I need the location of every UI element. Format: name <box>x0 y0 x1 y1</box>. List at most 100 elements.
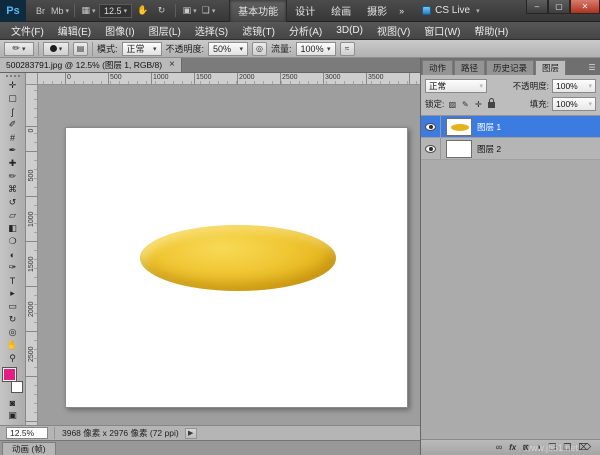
blur-tool[interactable]: ❍ <box>2 235 24 248</box>
tab-history[interactable]: 历史记录 <box>486 60 535 75</box>
menu-select[interactable]: 选择(S) <box>188 23 235 38</box>
menu-layer[interactable]: 图层(L) <box>142 23 188 38</box>
quick-mask-button[interactable]: ◙ <box>2 396 24 409</box>
close-button[interactable]: ✕ <box>570 0 600 14</box>
history-brush-tool[interactable]: ↺ <box>2 196 24 209</box>
animation-panel-tab[interactable]: 动画 (帧) <box>2 442 56 455</box>
tab-close-icon[interactable]: × <box>169 60 175 70</box>
tab-layers[interactable]: 图层 <box>535 60 567 75</box>
screen-mode-icon[interactable]: ❏ <box>200 3 217 18</box>
flow-select[interactable]: 100% <box>295 41 336 56</box>
workspace-design[interactable]: 设计 <box>287 0 323 22</box>
dodge-tool[interactable]: ◐ <box>2 248 24 261</box>
eraser-tool[interactable]: ▱ <box>2 209 24 222</box>
blend-mode-select[interactable]: 正常 <box>121 41 162 56</box>
workspace-overflow-chevron[interactable]: » <box>395 0 408 22</box>
airbrush-icon[interactable]: ≈ <box>339 41 355 56</box>
menu-view[interactable]: 视图(V) <box>370 23 417 38</box>
ruler-corner[interactable] <box>26 73 38 85</box>
link-layers-icon[interactable]: ∞ <box>496 443 502 452</box>
gradient-tool[interactable]: ◧ <box>2 222 24 235</box>
new-group-icon[interactable]: ❒ <box>548 443 556 452</box>
horizontal-ruler[interactable]: 0 500 1000 1500 2000 2500 3000 3500 <box>38 73 420 85</box>
launch-bridge-icon[interactable]: Br <box>32 3 49 18</box>
rotate-view-icon[interactable]: ↻ <box>153 3 170 18</box>
adjustment-layer-icon[interactable]: ◑ <box>536 443 541 452</box>
add-layer-mask-icon[interactable]: ◙ <box>523 443 528 452</box>
layer2-name[interactable]: 图层 2 <box>477 143 501 155</box>
minimize-button[interactable]: – <box>526 0 548 14</box>
menu-3d[interactable]: 3D(D) <box>329 25 370 36</box>
brush-tool[interactable]: ✏ <box>2 170 24 183</box>
menu-help[interactable]: 帮助(H) <box>467 23 515 38</box>
workspace-photography[interactable]: 摄影 <box>359 0 395 22</box>
toggle-brush-panel-icon[interactable]: ▤ <box>73 41 88 56</box>
status-options-arrow-icon[interactable]: ▶ <box>184 427 197 439</box>
layer-row-layer2[interactable]: 图层 2 <box>421 138 600 160</box>
eyedropper-tool[interactable]: ✒ <box>2 144 24 157</box>
tool-preset-picker[interactable]: ✏ <box>4 41 34 56</box>
menu-analysis[interactable]: 分析(A) <box>282 23 329 38</box>
background-color-swatch[interactable] <box>10 381 23 393</box>
path-selection-tool[interactable]: ▸ <box>2 287 24 300</box>
menu-window[interactable]: 窗口(W) <box>417 23 467 38</box>
3d-rotate-tool[interactable]: ↻ <box>2 313 24 326</box>
layer1-name[interactable]: 图层 1 <box>477 121 501 133</box>
opacity-select[interactable]: 50% <box>208 41 249 56</box>
menu-edit[interactable]: 编辑(E) <box>51 23 98 38</box>
panel-menu-icon[interactable]: ☰ <box>584 63 600 75</box>
lock-image-pixels-icon[interactable]: ✎ <box>460 100 470 109</box>
menu-filter[interactable]: 滤镜(T) <box>235 23 282 38</box>
menu-file[interactable]: 文件(F) <box>4 23 51 38</box>
zoom-tool[interactable]: ⚲ <box>2 352 24 365</box>
foreground-color-swatch[interactable] <box>1 367 17 382</box>
clone-stamp-tool[interactable]: ⌘ <box>2 183 24 196</box>
move-tool[interactable]: ✛ <box>2 79 24 92</box>
rectangle-tool[interactable]: ▭ <box>2 300 24 313</box>
zoom-level-input[interactable]: 12.5 <box>99 3 133 18</box>
hand-tool-icon[interactable]: ✋ <box>134 3 151 18</box>
layer1-thumbnail[interactable] <box>446 117 472 136</box>
document-canvas[interactable] <box>65 127 408 408</box>
crop-tool[interactable]: # <box>2 131 24 144</box>
lock-position-icon[interactable]: ✛ <box>473 100 483 109</box>
layer-style-icon[interactable]: fx <box>509 443 516 452</box>
healing-brush-tool[interactable]: ✚ <box>2 157 24 170</box>
workspace-painting[interactable]: 绘画 <box>323 0 359 22</box>
view-extras-icon[interactable]: ▦ <box>80 3 97 18</box>
layer-fill-select[interactable]: 100% <box>552 97 596 111</box>
layer-row-layer1[interactable]: 图层 1 <box>421 116 600 138</box>
layer-opacity-select[interactable]: 100% <box>552 79 596 93</box>
layer1-visibility-toggle[interactable] <box>421 116 441 137</box>
tab-paths[interactable]: 路径 <box>454 60 486 75</box>
brush-picker[interactable] <box>43 41 69 56</box>
canvas-viewport[interactable] <box>38 85 420 425</box>
tab-actions[interactable]: 动作 <box>422 60 454 75</box>
layer2-visibility-toggle[interactable] <box>421 138 441 159</box>
hand-tool[interactable]: ✋ <box>2 339 24 352</box>
layer-blend-mode-select[interactable]: 正常 <box>425 79 487 93</box>
screen-mode-button[interactable]: ▣ <box>2 409 24 422</box>
menu-image[interactable]: 图像(I) <box>98 23 141 38</box>
lock-all-icon[interactable] <box>488 98 496 108</box>
new-layer-icon[interactable]: ❐ <box>563 443 571 452</box>
pen-tool[interactable]: ✑ <box>2 261 24 274</box>
workspace-essentials[interactable]: 基本功能 <box>229 0 288 22</box>
document-tab[interactable]: 500283791.jpg @ 12.5% (图层 1, RGB/8) × <box>0 58 182 72</box>
cs-live-button[interactable]: CS Live <box>422 5 480 16</box>
restore-button[interactable]: ▢ <box>548 0 570 14</box>
rectangular-marquee-tool[interactable]: ▢ <box>2 92 24 105</box>
arrange-documents-icon[interactable]: ▣ <box>181 3 198 18</box>
photoshop-logo[interactable]: Ps <box>0 0 26 22</box>
mini-bridge-icon[interactable]: Mb <box>51 3 69 18</box>
pressure-opacity-icon[interactable]: ◎ <box>252 41 268 56</box>
lock-transparent-pixels-icon[interactable]: ▨ <box>447 100 457 109</box>
status-zoom-input[interactable]: 12.5% <box>6 427 48 439</box>
lasso-tool[interactable]: ʃ <box>2 105 24 118</box>
vertical-ruler[interactable]: 0 500 1000 1500 2000 2500 <box>26 85 38 425</box>
layer2-thumbnail[interactable] <box>446 139 472 158</box>
type-tool[interactable]: T <box>2 274 24 287</box>
3d-orbit-tool[interactable]: ◎ <box>2 326 24 339</box>
panel-grip[interactable] <box>5 75 20 77</box>
quick-selection-tool[interactable]: ✐ <box>2 118 24 131</box>
